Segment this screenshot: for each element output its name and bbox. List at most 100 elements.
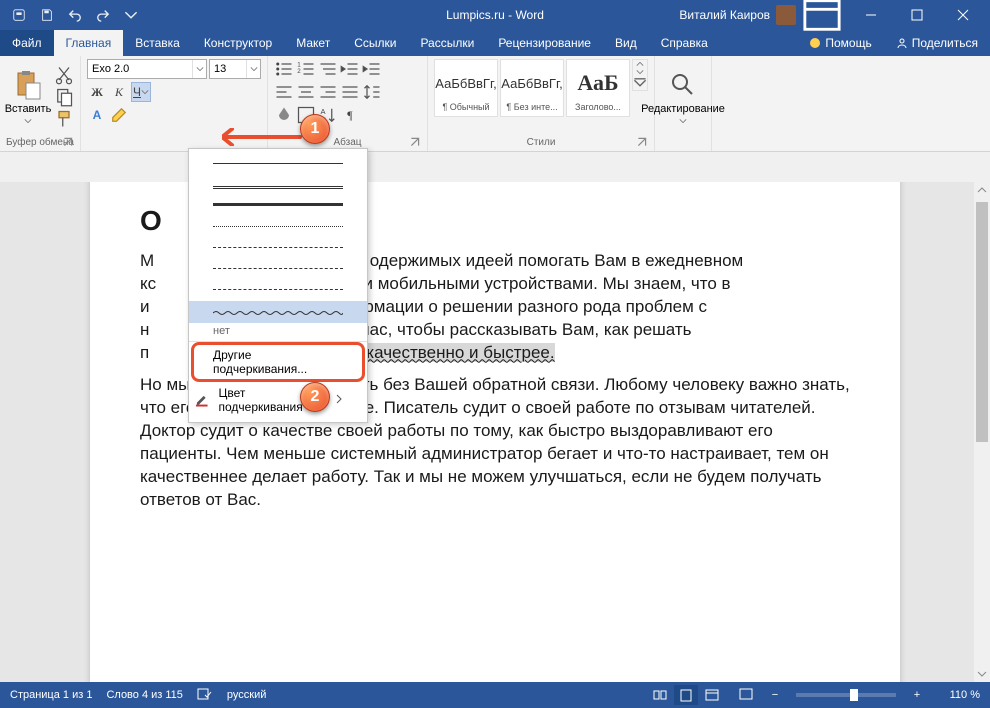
doc-frag: нформации о решении разного рода проблем…: [332, 297, 708, 316]
qat-more-icon[interactable]: [120, 4, 142, 26]
chevron-down-icon[interactable]: [246, 60, 260, 78]
web-layout-icon[interactable]: [700, 685, 724, 705]
text-effects-icon[interactable]: A: [87, 105, 107, 125]
close-button[interactable]: [940, 0, 986, 30]
underline-wavy[interactable]: [189, 301, 367, 323]
maximize-button[interactable]: [894, 0, 940, 30]
underline-double[interactable]: [213, 175, 343, 195]
chevron-up-icon[interactable]: [633, 60, 647, 68]
zoom-in-button[interactable]: +: [910, 689, 924, 701]
scroll-up-icon[interactable]: [974, 182, 990, 198]
tab-insert[interactable]: Вставка: [123, 30, 192, 56]
spellcheck-icon[interactable]: [197, 687, 213, 704]
doc-frag: тов, одержимых идеей помогать Вам в ежед…: [334, 251, 743, 270]
tab-review[interactable]: Рецензирование: [486, 30, 603, 56]
align-left-icon[interactable]: [274, 82, 294, 102]
status-bar: Страница 1 из 1 Слово 4 из 115 русский −…: [0, 682, 990, 708]
inc-indent-icon[interactable]: [362, 59, 382, 79]
show-marks-icon[interactable]: ¶: [340, 105, 360, 125]
style-normal[interactable]: АаБбВвГг,¶ Обычный: [434, 59, 498, 117]
underline-dashed[interactable]: [213, 238, 343, 258]
style-nospacing[interactable]: АаБбВвГг,¶ Без инте...: [500, 59, 564, 117]
zoom-value[interactable]: 110 %: [938, 689, 980, 701]
read-mode-icon[interactable]: [648, 685, 672, 705]
styles-group-label: Стили: [527, 137, 556, 148]
group-editing: Редактирование: [655, 56, 712, 151]
zoom-handle[interactable]: [850, 689, 858, 701]
underline-button[interactable]: Ч: [131, 82, 151, 102]
font-name-combo[interactable]: Exo 2.0: [87, 59, 207, 79]
zoom-out-button[interactable]: −: [768, 689, 782, 701]
underline-dotted[interactable]: [213, 217, 343, 237]
format-painter-icon[interactable]: [54, 109, 74, 129]
share-button[interactable]: Поделиться: [884, 30, 990, 56]
undo-icon[interactable]: [64, 4, 86, 26]
tab-help[interactable]: Справка: [649, 30, 720, 56]
document-area[interactable]: О Мтов, одержимых идеей помогать Вам в е…: [0, 182, 990, 682]
style-heading1[interactable]: АаБЗаголово...: [566, 59, 630, 117]
underline-dotdotdash[interactable]: [213, 280, 343, 300]
ribbon-display-options-icon[interactable]: [802, 0, 842, 30]
editing-button[interactable]: Редактирование: [661, 59, 705, 135]
tab-view[interactable]: Вид: [603, 30, 649, 56]
page-indicator[interactable]: Страница 1 из 1: [10, 689, 92, 701]
vertical-scrollbar[interactable]: [974, 182, 990, 682]
font-size-value: 13: [210, 63, 246, 75]
underline-color-item[interactable]: Цвет подчеркивания: [189, 382, 367, 418]
tab-file[interactable]: Файл: [0, 30, 54, 56]
print-layout-icon[interactable]: [674, 685, 698, 705]
underline-thick[interactable]: [213, 196, 343, 216]
more-underlines-item[interactable]: Другие подчеркивания...: [193, 344, 363, 380]
style-label: ¶ Обычный: [442, 102, 489, 112]
scroll-down-icon[interactable]: [974, 666, 990, 682]
more-icon[interactable]: [633, 76, 647, 90]
underline-single[interactable]: [213, 154, 343, 174]
minimize-button[interactable]: [848, 0, 894, 30]
cut-icon[interactable]: [54, 65, 74, 85]
font-size-combo[interactable]: 13: [209, 59, 261, 79]
autosave-icon[interactable]: [8, 4, 30, 26]
doc-frag: п: [140, 343, 149, 362]
styles-launcher-icon[interactable]: [636, 136, 648, 148]
chevron-down-icon[interactable]: [192, 60, 206, 78]
clipboard-launcher-icon[interactable]: [62, 136, 74, 148]
underline-dotdash[interactable]: [213, 259, 343, 279]
user-avatar[interactable]: [776, 5, 796, 25]
paste-button[interactable]: Вставить: [6, 59, 50, 135]
ribbon: Вставить Буфер обмена Exo 2.0 13 Ж К Ч: [0, 56, 990, 152]
shading-icon[interactable]: [274, 105, 294, 125]
copy-icon[interactable]: [54, 87, 74, 107]
tab-references[interactable]: Ссылки: [342, 30, 408, 56]
bold-button[interactable]: Ж: [87, 82, 107, 102]
italic-button[interactable]: К: [109, 82, 129, 102]
tab-home[interactable]: Главная: [54, 30, 124, 56]
line-spacing-icon[interactable]: [362, 82, 382, 102]
chevron-down-icon[interactable]: [633, 68, 647, 76]
tab-mailings[interactable]: Рассылки: [408, 30, 486, 56]
scrollbar-thumb[interactable]: [976, 202, 988, 442]
styles-gallery-more[interactable]: [632, 59, 648, 91]
tab-design[interactable]: Конструктор: [192, 30, 284, 56]
redo-icon[interactable]: [92, 4, 114, 26]
align-center-icon[interactable]: [296, 82, 316, 102]
language-indicator[interactable]: русский: [227, 689, 266, 701]
share-label: Поделиться: [912, 36, 978, 50]
underline-glyph: Ч: [133, 85, 141, 99]
multilevel-icon[interactable]: [318, 59, 338, 79]
user-name[interactable]: Виталий Каиров: [679, 8, 770, 22]
save-icon[interactable]: [36, 4, 58, 26]
highlight-icon[interactable]: [109, 105, 129, 125]
underline-none[interactable]: нет: [189, 323, 367, 339]
dec-indent-icon[interactable]: [340, 59, 360, 79]
justify-icon[interactable]: [340, 82, 360, 102]
zoom-slider[interactable]: [796, 693, 896, 697]
bullets-icon[interactable]: [274, 59, 294, 79]
paragraph-launcher-icon[interactable]: [409, 136, 421, 148]
numbering-icon[interactable]: 12: [296, 59, 316, 79]
doc-title-fragment: О: [140, 205, 162, 236]
focus-mode-icon[interactable]: [738, 687, 754, 704]
word-count[interactable]: Слово 4 из 115: [106, 689, 182, 701]
tab-layout[interactable]: Макет: [284, 30, 342, 56]
align-right-icon[interactable]: [318, 82, 338, 102]
font-name-value: Exo 2.0: [88, 63, 192, 75]
